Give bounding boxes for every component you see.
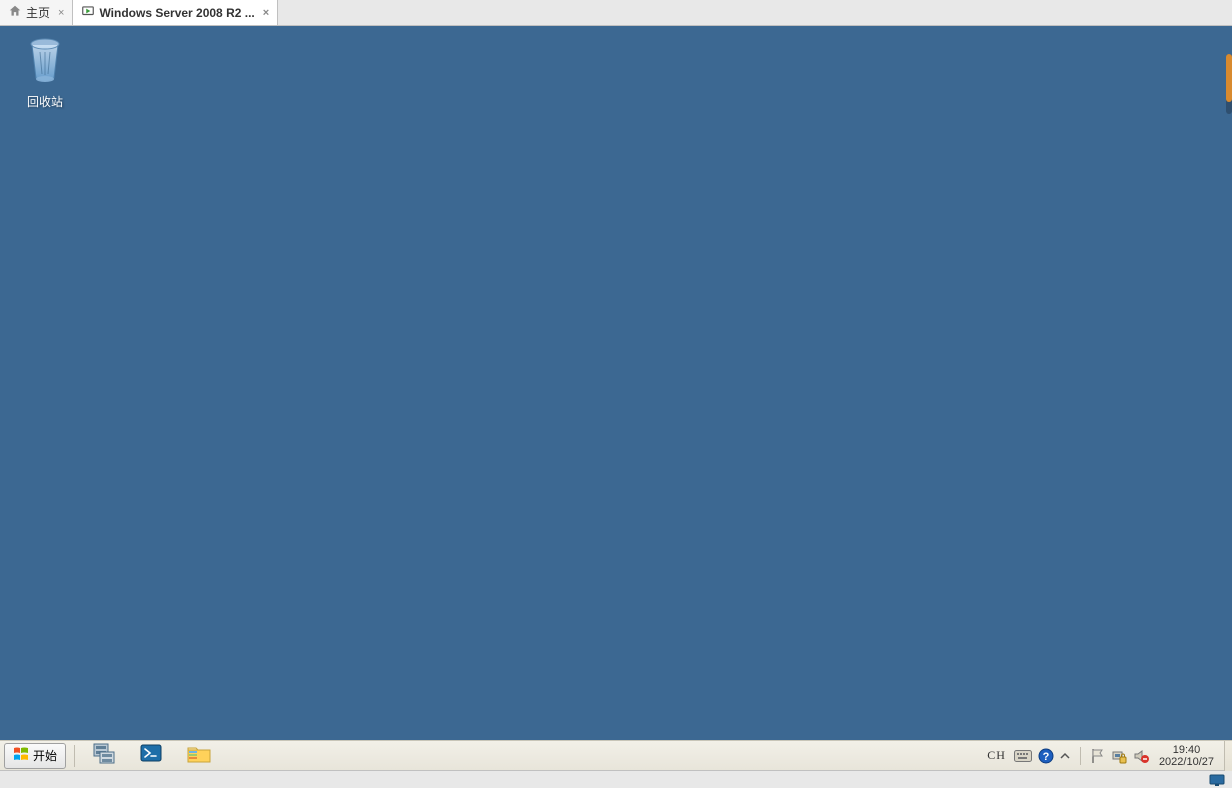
server-manager-icon [91, 742, 115, 769]
vm-tab-guest[interactable]: Windows Server 2008 R2 ... × [73, 0, 278, 25]
vm-status-bar [0, 770, 1232, 788]
system-tray: CH ? 19:40 2022/10/27 [979, 744, 1224, 768]
recycle-bin-label: 回收站 [27, 93, 63, 110]
keyboard-icon[interactable] [1014, 750, 1032, 762]
tray-separator [1080, 747, 1081, 765]
vm-tab-guest-label: Windows Server 2008 R2 ... [99, 6, 254, 20]
close-icon[interactable]: × [263, 7, 269, 19]
clock-date: 2022/10/27 [1159, 756, 1214, 768]
vm-tab-bar: 主页 × Windows Server 2008 R2 ... × [0, 0, 1232, 26]
volume-muted-icon[interactable] [1133, 748, 1149, 764]
chevron-up-icon[interactable] [1060, 751, 1070, 761]
explorer-pinned[interactable] [181, 743, 217, 769]
clock-time: 19:40 [1159, 744, 1214, 756]
network-lock-icon[interactable] [1111, 748, 1127, 764]
start-button[interactable]: 开始 [4, 743, 66, 769]
vm-tab-home-label: 主页 [26, 4, 50, 21]
desktop-scrollbar-thumb[interactable] [1226, 54, 1232, 102]
taskbar: 开始 [0, 740, 1232, 770]
start-button-label: 开始 [33, 747, 57, 764]
close-icon[interactable]: × [58, 7, 64, 19]
language-indicator[interactable]: CH [985, 748, 1008, 763]
help-icon[interactable]: ? [1038, 748, 1054, 764]
vm-monitor-icon[interactable] [1208, 773, 1226, 787]
powershell-pinned[interactable] [133, 743, 169, 769]
svg-text:?: ? [1043, 751, 1050, 763]
server-manager-pinned[interactable] [85, 743, 121, 769]
vm-power-icon [81, 4, 95, 21]
taskbar-clock[interactable]: 19:40 2022/10/27 [1155, 744, 1218, 768]
home-icon [8, 4, 22, 21]
guest-desktop[interactable]: 回收站 [0, 26, 1232, 740]
folder-icon [186, 742, 212, 769]
flag-icon[interactable] [1091, 748, 1105, 764]
recycle-bin[interactable]: 回收站 [10, 36, 80, 110]
windows-logo-icon [13, 746, 29, 765]
taskbar-separator [74, 745, 75, 767]
powershell-icon [139, 742, 163, 769]
recycle-bin-icon [24, 36, 66, 89]
vm-tab-home[interactable]: 主页 × [0, 0, 73, 25]
show-desktop-button[interactable] [1224, 741, 1232, 771]
